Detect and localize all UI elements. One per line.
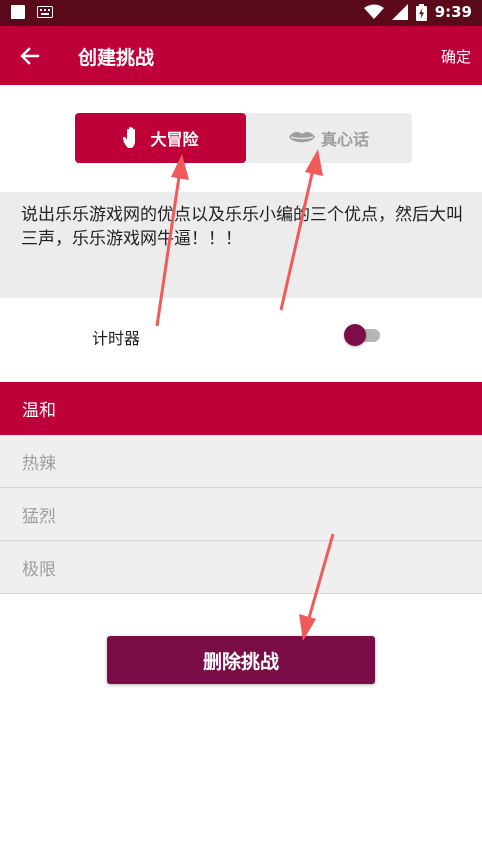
timer-toggle[interactable] bbox=[344, 324, 380, 346]
level-list: 温和 热辣 猛烈 极限 bbox=[0, 382, 482, 594]
notification-square-icon bbox=[11, 5, 25, 19]
timer-label: 计时器 bbox=[92, 329, 141, 348]
delete-challenge-button[interactable]: 删除挑战 bbox=[107, 636, 375, 684]
tab-truth[interactable]: 真心话 bbox=[246, 113, 412, 163]
back-arrow-icon[interactable] bbox=[16, 42, 44, 70]
level-label: 猛烈 bbox=[22, 506, 56, 527]
challenge-text[interactable]: 说出乐乐游戏网的优点以及乐乐小编的三个优点，然后大叫三声，乐乐游戏网牛逼！！！ bbox=[21, 203, 471, 251]
battery-charging-icon bbox=[415, 3, 427, 21]
page-title: 创建挑战 bbox=[78, 47, 155, 69]
tab-dare-label: 大冒险 bbox=[150, 130, 199, 149]
tab-truth-label: 真心话 bbox=[320, 130, 369, 149]
keyboard-icon bbox=[37, 6, 53, 18]
hand-icon bbox=[123, 126, 136, 148]
lips-icon bbox=[288, 132, 315, 143]
level-item-extreme[interactable]: 极限 bbox=[0, 541, 482, 594]
status-time: 9:39 bbox=[434, 3, 472, 21]
level-item-mild[interactable]: 温和 bbox=[0, 382, 482, 435]
level-label: 热辣 bbox=[22, 453, 56, 474]
signal-icon bbox=[391, 4, 408, 20]
toggle-thumb bbox=[344, 324, 366, 346]
level-label: 温和 bbox=[22, 400, 56, 421]
level-item-fierce[interactable]: 猛烈 bbox=[0, 488, 482, 541]
confirm-button[interactable]: 确定 bbox=[441, 46, 471, 67]
delete-challenge-label: 删除挑战 bbox=[202, 650, 279, 673]
status-bar: 9:39 bbox=[0, 0, 482, 26]
app-bar: 创建挑战 确定 bbox=[0, 26, 482, 85]
level-item-hot[interactable]: 热辣 bbox=[0, 435, 482, 488]
wifi-icon bbox=[363, 4, 384, 19]
tab-dare[interactable]: 大冒险 bbox=[75, 113, 246, 163]
level-label: 极限 bbox=[22, 559, 56, 580]
mode-tabs: 大冒险 真心话 bbox=[75, 113, 412, 163]
